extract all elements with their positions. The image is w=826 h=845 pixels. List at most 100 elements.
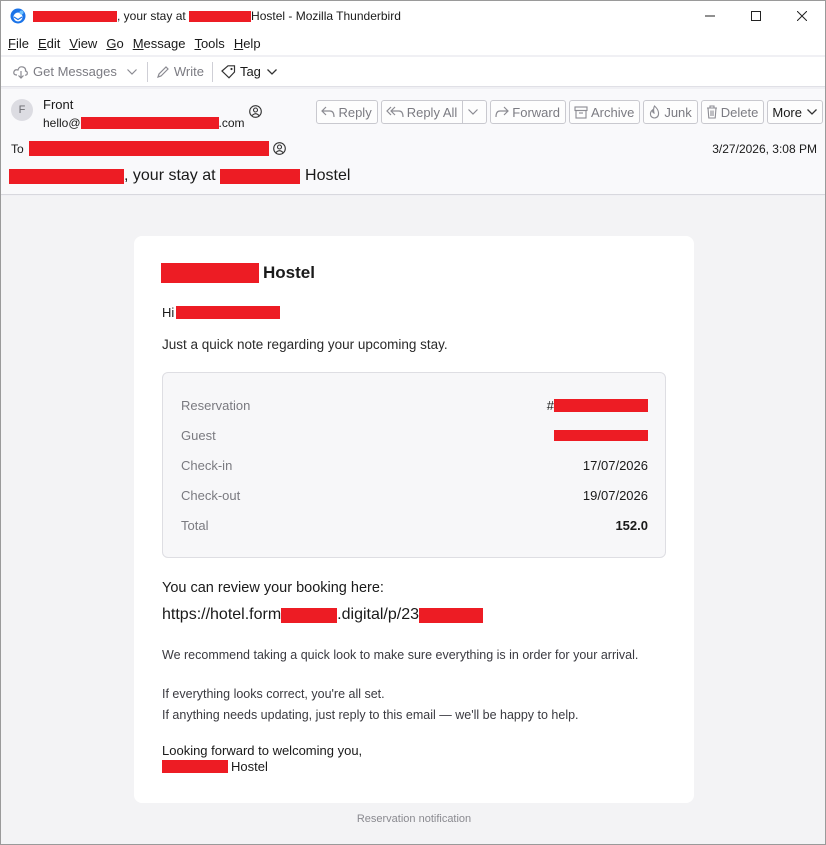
redaction	[80, 117, 219, 129]
minimize-button[interactable]	[687, 1, 733, 31]
more-label: More	[772, 104, 802, 120]
menu-edit[interactable]: Edit	[34, 36, 64, 51]
close-icon	[797, 11, 807, 21]
redaction	[33, 10, 117, 22]
row-value: #	[547, 398, 648, 413]
message-date: 3/27/2026, 3:08 PM	[712, 142, 817, 156]
reply-all-group: Reply All	[380, 100, 488, 124]
thunderbird-app-icon	[10, 8, 26, 24]
from-email-prefix: hello@	[43, 116, 81, 130]
subject-suffix: Hostel	[305, 167, 351, 184]
write-button[interactable]: Write	[152, 60, 208, 84]
archive-label: Archive	[590, 104, 635, 120]
redaction	[9, 168, 124, 184]
minimize-icon	[705, 15, 715, 17]
menu-file[interactable]: File	[4, 36, 33, 51]
update-text: If anything needs updating, just reply t…	[162, 708, 579, 722]
more-button[interactable]: More	[767, 100, 823, 124]
chevron-down-icon	[468, 109, 479, 115]
signature-suffix: Hostel	[231, 759, 268, 774]
get-messages-button[interactable]: Get Messages	[9, 60, 121, 84]
to-label: To	[11, 141, 24, 156]
forward-icon	[495, 106, 510, 118]
delete-label: Delete	[720, 104, 759, 120]
delete-button[interactable]: Delete	[700, 100, 765, 124]
maximize-icon	[751, 11, 761, 21]
maximize-button[interactable]	[733, 1, 779, 31]
title-bar: , your stay at Hostel - Mozilla Thunderb…	[1, 1, 825, 31]
reply-label: Reply	[338, 104, 372, 120]
from-name[interactable]: Front	[43, 97, 73, 112]
reply-icon	[321, 106, 336, 118]
tag-label: Tag	[239, 64, 261, 79]
reservation-row: Guest	[181, 425, 648, 445]
add-contact-icon[interactable]	[249, 105, 262, 118]
toolbar-divider	[211, 61, 213, 82]
redaction	[189, 10, 252, 22]
row-value: 17/07/2026	[582, 457, 648, 473]
link-part2: .digital/p/23	[337, 606, 420, 623]
footer-note: Reservation notification	[356, 813, 472, 825]
main-toolbar: Get Messages Write Tag	[1, 57, 825, 87]
reply-all-dropdown[interactable]	[463, 100, 488, 124]
reservation-row: Check-out 19/07/2026	[181, 485, 648, 505]
row-value-text: #	[546, 397, 554, 413]
reply-all-icon	[385, 106, 404, 118]
pencil-icon	[156, 65, 169, 78]
write-label: Write	[173, 64, 204, 79]
correct-text: If everything looks correct, you're all …	[162, 687, 385, 701]
menu-message[interactable]: Message	[129, 36, 190, 51]
title-middle: , your stay at	[117, 9, 190, 23]
menu-view[interactable]: View	[65, 36, 101, 51]
row-label: Total	[181, 517, 209, 533]
message-header: F Front hello@ .com Reply Reply All Forw…	[1, 89, 825, 195]
link-part1: https://hotel.form	[162, 606, 282, 623]
signature: Hostel	[162, 759, 268, 774]
row-label: Reservation	[181, 397, 251, 413]
redaction	[161, 263, 259, 283]
redaction	[220, 168, 301, 184]
thunderbird-window: , your stay at Hostel - Mozilla Thunderb…	[0, 0, 826, 845]
reservation-row: Check-in 17/07/2026	[181, 455, 648, 475]
redaction	[554, 429, 648, 441]
row-value: 152.0	[615, 517, 648, 533]
row-value	[554, 429, 648, 441]
tag-button[interactable]: Tag	[217, 60, 281, 84]
menu-go[interactable]: Go	[102, 36, 127, 51]
reply-button[interactable]: Reply	[316, 100, 378, 124]
message-actions: Reply Reply All Forward Archive Junk Del…	[313, 100, 823, 124]
add-contact-icon[interactable]	[273, 142, 286, 155]
archive-button[interactable]: Archive	[568, 100, 641, 124]
cloud-download-icon	[13, 65, 28, 79]
junk-label: Junk	[664, 104, 692, 120]
trash-icon	[706, 105, 717, 119]
title-suffix: Hostel - Mozilla Thunderbird	[251, 9, 401, 23]
email-card: Hostel Hi Just a quick note regarding yo…	[134, 236, 694, 803]
from-email-suffix: .com	[218, 116, 245, 130]
row-value: 19/07/2026	[582, 487, 648, 503]
get-messages-dropdown[interactable]	[121, 60, 143, 84]
redaction	[419, 607, 484, 623]
reply-all-button[interactable]: Reply All	[380, 100, 464, 124]
close-button[interactable]	[779, 1, 825, 31]
forward-label: Forward	[512, 104, 560, 120]
archive-icon	[574, 105, 588, 119]
chevron-down-icon	[807, 109, 817, 115]
junk-flame-icon	[650, 105, 660, 119]
forward-button[interactable]: Forward	[490, 100, 566, 124]
message-subject: , your stay at Hostel	[9, 167, 350, 185]
to-row: To	[11, 141, 269, 156]
redaction	[281, 607, 338, 623]
closing-text: Looking forward to welcoming you,	[162, 743, 363, 758]
junk-button[interactable]: Junk	[643, 100, 698, 124]
booking-link[interactable]: https://hotel.form .digital/p/23	[162, 606, 484, 624]
get-messages-label: Get Messages	[33, 64, 117, 79]
reply-all-label: Reply All	[406, 104, 458, 120]
subject-middle: , your stay at	[124, 167, 221, 184]
redaction	[176, 306, 281, 319]
window-title: , your stay at Hostel - Mozilla Thunderb…	[33, 9, 401, 23]
menu-tools[interactable]: Tools	[190, 36, 228, 51]
menu-bar: File Edit View Go Message Tools Help	[1, 31, 825, 55]
menu-help[interactable]: Help	[230, 36, 265, 51]
from-email[interactable]: hello@ .com	[43, 116, 245, 130]
